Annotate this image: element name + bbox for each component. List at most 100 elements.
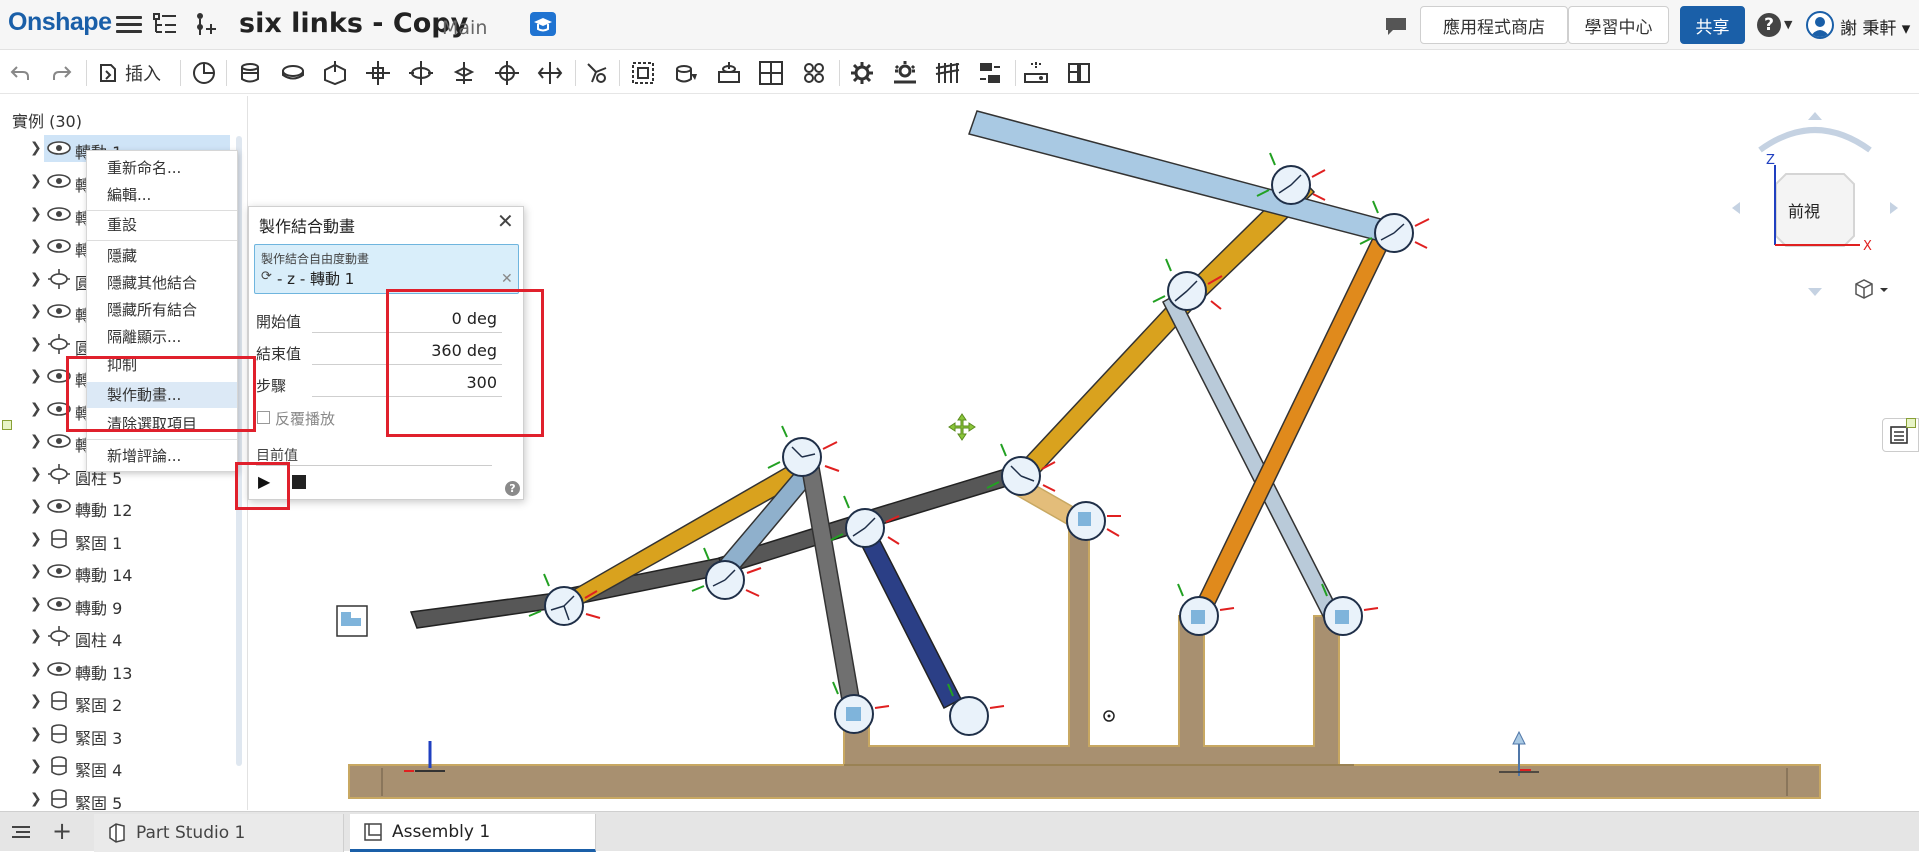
replicate-icon[interactable] bbox=[672, 59, 700, 87]
list-item[interactable]: ❯ 緊固 1 bbox=[0, 525, 236, 555]
learning-center-button[interactable]: 學習中心 bbox=[1568, 6, 1669, 44]
revolute-mate-icon[interactable] bbox=[279, 59, 307, 87]
base-part[interactable] bbox=[348, 525, 1821, 799]
help-icon[interactable]: ? bbox=[505, 481, 520, 496]
list-item[interactable]: ❯ 緊固 5 bbox=[0, 785, 236, 810]
add-tab-icon[interactable]: + bbox=[52, 817, 72, 845]
menu-icon[interactable] bbox=[116, 12, 142, 38]
tab-part-studio[interactable]: Part Studio 1 bbox=[94, 814, 344, 852]
list-item[interactable]: ❯ 緊固 4 bbox=[0, 752, 236, 782]
menu-item-hide-other-mates[interactable]: 隱藏其他結合 bbox=[87, 270, 237, 296]
list-item[interactable]: ❯ 轉動 14 bbox=[0, 557, 236, 587]
link-blue[interactable] bbox=[856, 525, 963, 710]
current-value-slider[interactable] bbox=[256, 465, 492, 466]
stop-button[interactable] bbox=[292, 475, 306, 489]
app-store-button[interactable]: 應用程式商店 bbox=[1420, 6, 1568, 44]
chevron-right-icon[interactable]: ❯ bbox=[30, 140, 42, 156]
link-lightblue-long[interactable] bbox=[1162, 292, 1342, 626]
gear-relation-icon[interactable] bbox=[848, 59, 876, 87]
list-item[interactable]: ❯ 圓柱 4 bbox=[0, 622, 236, 652]
onshape-logo[interactable]: Onshape bbox=[8, 8, 112, 37]
chevron-right-icon[interactable]: ❯ bbox=[30, 466, 42, 482]
move-manipulator-icon[interactable] bbox=[948, 413, 976, 441]
reverse-checkbox[interactable] bbox=[257, 411, 270, 424]
pin-slot-mate-icon[interactable] bbox=[450, 59, 478, 87]
close-icon[interactable]: ✕ bbox=[497, 209, 514, 233]
menu-item-add-comment[interactable]: 新增評論... bbox=[87, 443, 237, 469]
tab-manager-icon[interactable] bbox=[10, 822, 32, 842]
screw-relation-icon[interactable] bbox=[933, 59, 961, 87]
explode-icon[interactable] bbox=[1022, 59, 1050, 87]
undo-icon[interactable] bbox=[6, 59, 34, 87]
dof-selection-field[interactable]: 製作結合自由度動畫 ⟳ - z - 轉動 1 ✕ bbox=[254, 244, 519, 294]
relation-icon[interactable] bbox=[757, 59, 785, 87]
menu-item-rename[interactable]: 重新命名... bbox=[87, 155, 237, 181]
chevron-right-icon[interactable]: ❯ bbox=[30, 531, 42, 547]
panel-toggle-handle[interactable] bbox=[1906, 418, 1916, 428]
document-title[interactable]: six links - Copy bbox=[239, 8, 468, 39]
slider-block[interactable] bbox=[336, 605, 368, 637]
menu-item-hide[interactable]: 隱藏 bbox=[87, 243, 237, 269]
clear-selection-icon[interactable]: ✕ bbox=[501, 271, 513, 287]
list-item[interactable]: ❯ 轉動 13 bbox=[0, 655, 236, 685]
chevron-right-icon[interactable]: ❯ bbox=[30, 758, 42, 774]
chevron-right-icon[interactable]: ❯ bbox=[30, 173, 42, 189]
link-lightblue-top[interactable] bbox=[968, 110, 1409, 247]
chevron-right-icon[interactable]: ❯ bbox=[30, 206, 42, 222]
feature-tree-icon[interactable] bbox=[152, 11, 178, 37]
rack-pinion-icon[interactable] bbox=[891, 59, 919, 87]
chevron-right-icon[interactable]: ❯ bbox=[30, 596, 42, 612]
chevron-right-icon[interactable]: ❯ bbox=[30, 628, 42, 644]
insert-feature-icon[interactable] bbox=[192, 11, 218, 37]
redo-icon[interactable] bbox=[48, 59, 76, 87]
panel-toggle-handle[interactable] bbox=[2, 420, 12, 430]
link-gray-vertical[interactable] bbox=[801, 466, 861, 707]
link-orange[interactable] bbox=[1193, 234, 1390, 618]
tangent-mate-icon[interactable] bbox=[583, 59, 611, 87]
chevron-right-icon[interactable]: ❯ bbox=[30, 433, 42, 449]
chevron-right-icon[interactable]: ❯ bbox=[30, 791, 42, 807]
menu-item-hide-all-mates[interactable]: 隱藏所有結合 bbox=[87, 297, 237, 323]
list-item[interactable]: ❯ 轉動 12 bbox=[0, 492, 236, 522]
menu-item-isolate[interactable]: 隔離顯示... bbox=[87, 324, 237, 350]
chevron-right-icon[interactable]: ❯ bbox=[30, 271, 42, 287]
link-gold-lower[interactable] bbox=[561, 454, 816, 612]
fastened-mate-icon[interactable] bbox=[236, 59, 264, 87]
view-cube-face-label[interactable]: 前視 bbox=[1788, 198, 1820, 222]
chevron-right-icon[interactable]: ❯ bbox=[30, 693, 42, 709]
chevron-right-icon[interactable]: ❯ bbox=[30, 498, 42, 514]
insert-button[interactable]: 插入 bbox=[97, 59, 161, 87]
parallel-mate-icon[interactable] bbox=[536, 59, 564, 87]
chevron-right-icon[interactable]: ❯ bbox=[30, 726, 42, 742]
avatar[interactable] bbox=[1806, 11, 1834, 39]
section-icon[interactable] bbox=[1065, 59, 1093, 87]
view-options-icon[interactable] bbox=[1852, 278, 1892, 302]
chevron-right-icon[interactable]: ❯ bbox=[30, 336, 42, 352]
list-item[interactable]: ❯ 轉動 9 bbox=[0, 590, 236, 620]
link-gold-upper[interactable] bbox=[1007, 174, 1316, 490]
chevron-right-icon[interactable]: ❯ bbox=[30, 661, 42, 677]
menu-item-edit[interactable]: 編輯... bbox=[87, 182, 237, 208]
pattern-icon[interactable] bbox=[800, 59, 828, 87]
tab-assembly[interactable]: Assembly 1 bbox=[350, 814, 596, 852]
chevron-right-icon[interactable]: ❯ bbox=[30, 401, 42, 417]
chevron-right-icon[interactable]: ❯ bbox=[30, 303, 42, 319]
planar-mate-icon[interactable] bbox=[364, 59, 392, 87]
mate-connector-2-icon[interactable] bbox=[715, 59, 743, 87]
list-item[interactable]: ❯ 緊固 3 bbox=[0, 720, 236, 750]
chevron-right-icon[interactable]: ❯ bbox=[30, 238, 42, 254]
comment-icon[interactable] bbox=[1383, 14, 1409, 38]
help-icon[interactable]: ? bbox=[1757, 13, 1781, 37]
group-icon[interactable] bbox=[629, 59, 657, 87]
slider-mate-icon[interactable] bbox=[321, 59, 349, 87]
chevron-right-icon[interactable]: ❯ bbox=[30, 563, 42, 579]
mate-connector-icon[interactable] bbox=[190, 59, 218, 87]
menu-item-reset[interactable]: 重設 bbox=[87, 212, 237, 238]
cylindrical-mate-icon[interactable] bbox=[407, 59, 435, 87]
graduation-cap-icon[interactable] bbox=[530, 12, 556, 36]
share-button[interactable]: 共享 bbox=[1680, 6, 1745, 44]
username[interactable]: 謝 秉軒 ▾ bbox=[1840, 14, 1910, 39]
branch-label[interactable]: Main bbox=[442, 17, 487, 39]
ball-mate-icon[interactable] bbox=[493, 59, 521, 87]
list-item[interactable]: ❯ 緊固 2 bbox=[0, 687, 236, 717]
